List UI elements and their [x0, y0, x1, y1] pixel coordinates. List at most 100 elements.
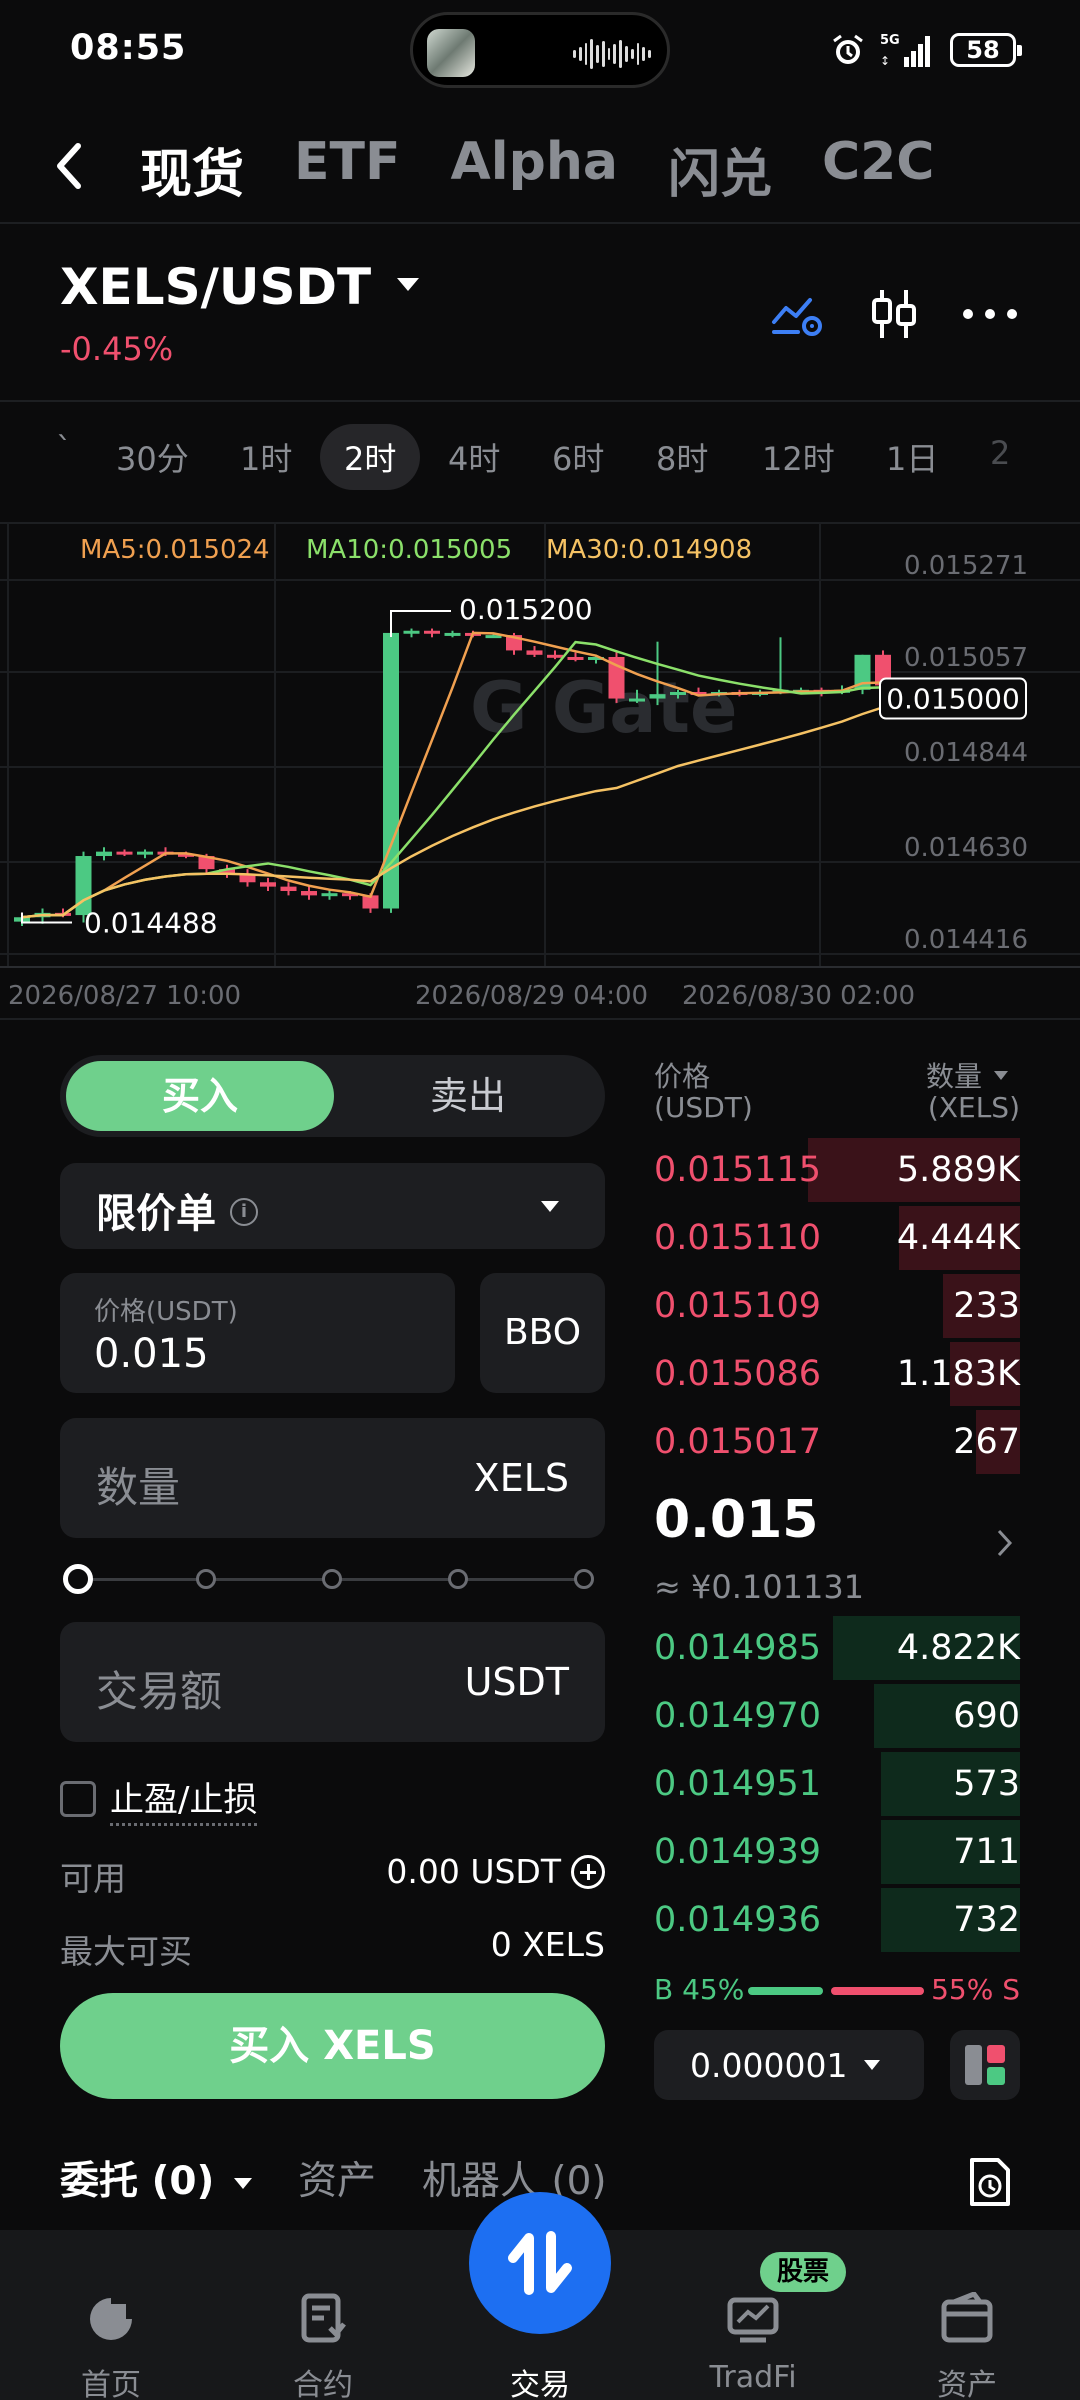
- futures-icon: [301, 2293, 346, 2343]
- tab-assets[interactable]: 资产: [298, 2150, 376, 2206]
- sell-ratio: 55% S: [931, 1973, 1020, 2006]
- candle: [424, 628, 440, 638]
- total-unit: USDT: [464, 1660, 569, 1704]
- ask-row[interactable]: 0.015110 4.444K: [654, 1206, 1020, 1270]
- timeframe-8h[interactable]: 8时: [656, 434, 708, 480]
- candle: [608, 650, 625, 703]
- tick-size-select[interactable]: 0.000001: [654, 2030, 924, 2100]
- bid-qty: 573: [953, 1764, 1020, 1804]
- orderbook-layout-button[interactable]: [950, 2030, 1020, 2100]
- buy-tab[interactable]: 买入: [66, 1061, 334, 1131]
- slider-step-50[interactable]: [322, 1569, 342, 1589]
- info-icon[interactable]: i: [230, 1198, 258, 1226]
- more-icon[interactable]: [960, 306, 1020, 322]
- ask-qty: 4.444K: [896, 1218, 1020, 1258]
- y-tick-label: 0.014630: [904, 833, 1028, 863]
- order-type-value: 限价单: [96, 1191, 216, 1237]
- ma-legend-ma30: MA30:0.014908: [546, 535, 752, 565]
- timeframe-4h[interactable]: 4时: [448, 434, 500, 480]
- ask-row[interactable]: 0.015115 5.889K: [654, 1138, 1020, 1202]
- deposit-plus-icon[interactable]: [571, 1854, 605, 1889]
- order-history-icon[interactable]: [966, 2156, 1014, 2208]
- bid-price: 0.014936: [654, 1900, 822, 1940]
- tpsl-checkbox[interactable]: [60, 1781, 96, 1817]
- tpsl-option[interactable]: 止盈/止损: [60, 1772, 258, 1826]
- buy-button[interactable]: 买入 XELS: [60, 1993, 605, 2099]
- bid-row[interactable]: 0.014970 690: [654, 1684, 1020, 1748]
- high-price-label: 0.015200: [459, 593, 593, 626]
- top-nav: 现货 ETF Alpha 闪兑 C2C: [0, 110, 1080, 220]
- price-alert-icon[interactable]: [770, 292, 824, 338]
- status-bar: 08:55 5G ↕ 58: [0, 0, 1080, 100]
- bid-qty: 4.822K: [896, 1628, 1020, 1668]
- timeframe-2h[interactable]: 2时: [320, 424, 421, 490]
- ma-lines: [21, 631, 884, 919]
- timeframe-12h[interactable]: 12时: [762, 434, 835, 480]
- x-tick-label: 2026/08/30 02:00: [682, 981, 915, 1011]
- ma-legend: MA5:0.015024 MA10:0.015005 MA30:0.014908: [80, 535, 752, 565]
- y-tick-label: 0.014416: [904, 925, 1028, 955]
- tab-c2c[interactable]: C2C: [822, 132, 935, 207]
- buy-ratio: B 45%: [654, 1973, 745, 2006]
- ma-line-ma30: [21, 706, 884, 919]
- bid-row[interactable]: 0.014939 711: [654, 1820, 1020, 1884]
- nav-assets-label: 资产: [937, 2368, 997, 2400]
- divider: [0, 400, 1080, 402]
- divider: [0, 222, 1080, 224]
- ma-line-ma10: [21, 640, 884, 919]
- ask-row[interactable]: 0.015109 233: [654, 1274, 1020, 1338]
- chevron-down-icon: [541, 1201, 559, 1212]
- dynamic-island[interactable]: [410, 12, 670, 88]
- nav-futures-label: 合约: [293, 2368, 353, 2400]
- amount-slider[interactable]: [60, 1560, 605, 1600]
- bid-price: 0.014939: [654, 1832, 822, 1872]
- battery-icon: 58: [950, 33, 1022, 67]
- bid-row[interactable]: 0.014936 732: [654, 1888, 1020, 1952]
- slider-step-25[interactable]: [196, 1569, 216, 1589]
- candlestick-chart-icon[interactable]: [868, 286, 920, 342]
- timeframe-1h[interactable]: 1时: [240, 434, 292, 480]
- price-input[interactable]: 价格(USDT) 0.015: [60, 1273, 455, 1393]
- total-input[interactable]: 交易额 USDT: [60, 1622, 605, 1742]
- tab-orders[interactable]: 委托 (0): [60, 2150, 252, 2206]
- qty-header[interactable]: 数量: [926, 1055, 1008, 1095]
- timeframe-30m[interactable]: 30分: [116, 434, 189, 480]
- slider-step-100[interactable]: [574, 1569, 594, 1589]
- timeframe-2d[interactable]: 2: [990, 434, 1010, 472]
- low-price-label: 0.014488: [84, 907, 218, 940]
- bid-qty: 690: [953, 1696, 1020, 1736]
- ma-line-ma5: [21, 631, 884, 919]
- quantity-placeholder: 数量: [96, 1463, 181, 1512]
- timeframe-6h[interactable]: 6时: [552, 434, 604, 480]
- nav-trade-label: 交易: [510, 2368, 570, 2400]
- tab-etf[interactable]: ETF: [294, 132, 401, 207]
- trade-center-button[interactable]: [469, 2192, 611, 2334]
- candlestick-chart[interactable]: G Gate 0.0152710.0150570.0148440.0146300…: [0, 522, 1080, 1022]
- order-type-label: 限价单 i: [96, 1181, 258, 1239]
- ask-row[interactable]: 0.015086 1.183K: [654, 1342, 1020, 1406]
- bid-row[interactable]: 0.014951 573: [654, 1752, 1020, 1816]
- timeframe-1d[interactable]: 1日: [886, 434, 938, 480]
- quantity-input[interactable]: 数量 XELS: [60, 1418, 605, 1538]
- pair-selector[interactable]: XELS/USDT: [60, 258, 420, 316]
- sell-tab[interactable]: 卖出: [334, 1061, 602, 1131]
- signal-icon: 5G ↕: [880, 33, 930, 68]
- tab-convert[interactable]: 闪兑: [668, 132, 772, 207]
- y-tick-label: 0.015057: [904, 643, 1028, 673]
- ask-row[interactable]: 0.015017 267: [654, 1410, 1020, 1474]
- order-type-select[interactable]: 限价单 i: [60, 1163, 605, 1249]
- candle: [260, 877, 276, 892]
- home-icon: [90, 2298, 132, 2340]
- bid-row[interactable]: 0.014985 4.822K: [654, 1616, 1020, 1680]
- tradfi-icon: [727, 2297, 779, 2343]
- pair-header: XELS/USDT -0.45%: [0, 240, 1080, 390]
- candle: [239, 869, 256, 887]
- slider-handle[interactable]: [63, 1564, 93, 1594]
- tab-alpha[interactable]: Alpha: [451, 132, 618, 207]
- orderbook-header: 价格 (USDT) 数量 (XELS): [654, 1055, 1020, 1125]
- slider-step-75[interactable]: [448, 1569, 468, 1589]
- back-arrow-icon[interactable]: [50, 138, 86, 194]
- bbo-button[interactable]: BBO: [480, 1273, 605, 1393]
- tpsl-label: 止盈/止损: [110, 1772, 258, 1826]
- tab-spot[interactable]: 现货: [140, 132, 244, 207]
